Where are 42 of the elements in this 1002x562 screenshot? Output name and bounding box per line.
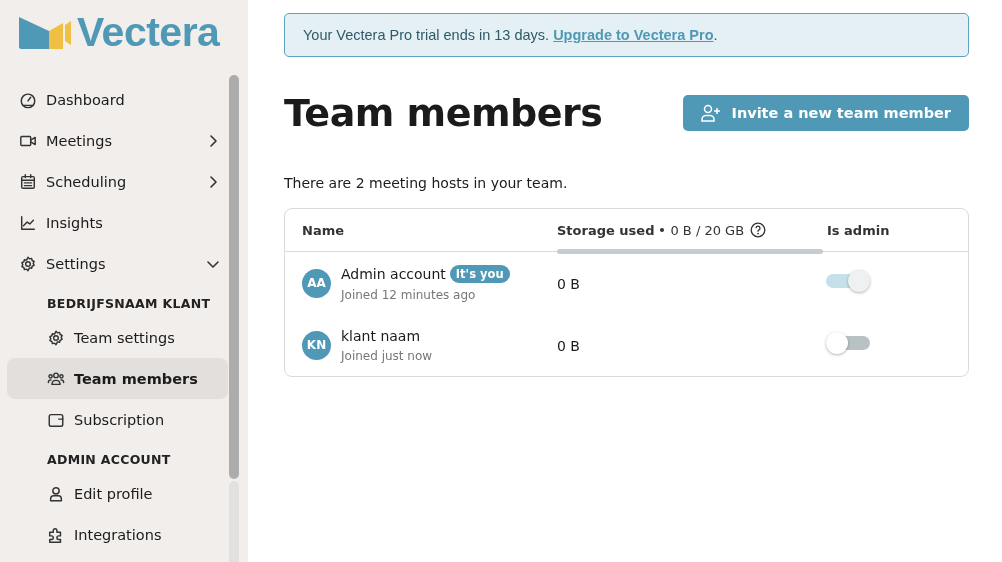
admin-toggle[interactable]	[826, 332, 870, 354]
sidebar-item[interactable]: Dashboard	[7, 79, 228, 120]
people-icon	[47, 369, 65, 388]
member-name: klant naam	[341, 327, 421, 344]
line-chart-icon	[19, 213, 37, 232]
sidebar-item[interactable]: Settings	[7, 243, 228, 284]
column-header: Name	[302, 222, 344, 238]
logo-icon	[19, 15, 71, 49]
settings-icon	[47, 328, 65, 347]
avatar: AA	[302, 268, 331, 298]
joined-text: Joined 12 minutes ago	[341, 287, 477, 302]
member-name: Admin account	[341, 265, 446, 282]
sidebar-item[interactable]: Insights	[7, 202, 228, 243]
separator-dot	[660, 228, 665, 232]
add-person-icon	[701, 104, 722, 122]
calendar-icon	[19, 172, 37, 191]
sidebar-item[interactable]: Subscription	[7, 399, 228, 440]
person-icon	[47, 484, 65, 503]
sidebar-item[interactable]: Integrations	[7, 514, 228, 555]
sidebar-item[interactable]: Scheduling	[7, 161, 228, 202]
logo-text: Vectera	[77, 8, 220, 56]
settings-icon	[19, 254, 37, 273]
admin-toggle[interactable]	[826, 270, 870, 292]
sidebar-item[interactable]: Team settings	[7, 317, 228, 358]
scrollbar-thumb[interactable]	[229, 75, 239, 479]
avatar: KN	[302, 330, 331, 360]
section-heading: BEDRIJFSNAAM KLANT	[46, 295, 212, 313]
summary-text: There are 2 meeting hosts in your team.	[284, 175, 569, 191]
sidebar-item[interactable]: Team members	[7, 358, 228, 399]
sidebar-item[interactable]: Meetings	[7, 120, 228, 161]
column-header: Is admin	[827, 222, 890, 238]
storage-usage: 0 B / 20 GB	[670, 222, 745, 238]
you-badge: It's you	[449, 264, 510, 283]
storage-value: 0 B	[557, 275, 580, 292]
page-title: Team members	[284, 91, 603, 135]
joined-text: Joined just now	[341, 348, 433, 363]
section-heading: ADMIN ACCOUNT	[46, 451, 172, 469]
sidebar-item[interactable]: Edit profile	[7, 473, 228, 514]
help-icon[interactable]	[750, 222, 767, 238]
banner-message: Your Vectera Pro trial ends in 13 days. Upgrade to Vectera Pro.	[303, 27, 718, 43]
storage-value: 0 B	[557, 337, 580, 354]
column-header: Storage used	[557, 222, 655, 238]
